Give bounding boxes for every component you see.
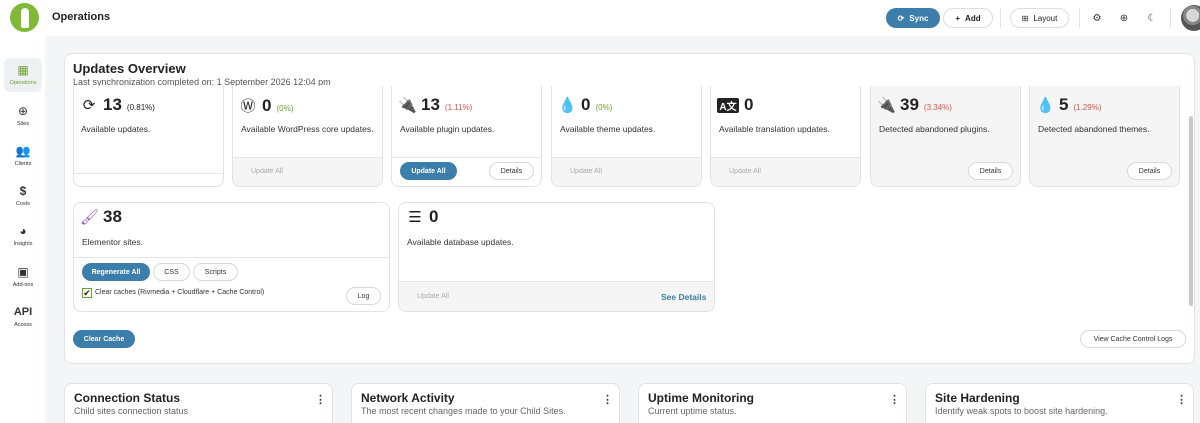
stat-count: 39	[900, 95, 919, 114]
network-activity-widget: Network Activity The most recent changes…	[351, 383, 620, 423]
kebab-menu-icon[interactable]: ⋮	[602, 393, 613, 406]
stat-percent: (0%)	[595, 103, 613, 112]
gear-icon[interactable]: ⚙	[1089, 10, 1105, 26]
sidebar: ▦ Operations ⊕ Sites 👥 Clients $ Costs ◕…	[0, 36, 45, 423]
update-all-button[interactable]: Update All	[570, 168, 602, 175]
user-avatar[interactable]	[1181, 5, 1200, 31]
droplet-icon: 💧	[558, 97, 577, 114]
sidebar-item-access[interactable]: API Access	[4, 300, 42, 334]
css-button[interactable]: CSS	[153, 263, 190, 281]
stat-percent: (0.81%)	[126, 103, 155, 112]
plus-icon: +	[955, 13, 961, 23]
layout-button[interactable]: ⊞ Layout	[1010, 8, 1069, 28]
stat-percent: (1.11%)	[444, 103, 473, 112]
wordpress-icon: Ⓦ	[240, 98, 256, 115]
globe-icon[interactable]: ⊕	[1116, 10, 1132, 26]
widget-title: Network Activity	[361, 391, 455, 405]
dollar-icon: $	[19, 184, 27, 198]
card-description: Detected abandoned themes.	[1038, 124, 1150, 134]
site-hardening-widget: Site Hardening Identify weak spots to bo…	[925, 383, 1194, 423]
stat-count: 0	[744, 95, 754, 114]
sidebar-item-costs[interactable]: $ Costs	[4, 179, 42, 213]
abandoned-theme-icon: 💧	[1036, 97, 1055, 114]
view-cache-logs-button[interactable]: View Cache Control Logs	[1080, 330, 1186, 348]
card-description: Elementor sites.	[82, 237, 143, 247]
sidebar-item-addons[interactable]: ▣ Add-ons	[4, 260, 42, 294]
card-description: Available translation updates.	[719, 124, 830, 134]
kebab-menu-icon[interactable]: ⋮	[889, 393, 900, 406]
divider	[1170, 8, 1171, 28]
uptime-monitoring-widget: Uptime Monitoring Current uptime status.…	[638, 383, 907, 423]
stat-count: 0	[262, 96, 272, 115]
update-all-button[interactable]: Update All	[729, 168, 761, 175]
grid-icon: ▦	[17, 63, 29, 77]
stat-count: 5	[1059, 95, 1069, 114]
stat-count: 13	[103, 95, 122, 114]
box-icon: ▣	[17, 265, 29, 279]
pie-chart-icon: ◕	[19, 224, 27, 238]
log-button[interactable]: Log	[346, 287, 381, 305]
widget-title: Connection Status	[74, 391, 181, 405]
widget-title: Uptime Monitoring	[648, 391, 754, 405]
brush-icon: 🖌	[80, 209, 100, 226]
api-icon: API	[13, 306, 33, 318]
add-button[interactable]: + Add	[943, 8, 993, 28]
details-button[interactable]: Details	[1127, 162, 1172, 180]
divider	[1000, 8, 1001, 28]
stat-percent: (1.29%)	[1073, 103, 1102, 112]
divider	[1079, 8, 1080, 28]
globe-icon: ⊕	[17, 104, 29, 118]
abandoned-plugin-icon: 🔌	[877, 97, 896, 114]
sidebar-item-clients[interactable]: 👥 Clients	[4, 139, 42, 173]
sidebar-item-insights[interactable]: ◕ Insights	[4, 219, 42, 253]
top-bar: Operations ⟳ Sync + Add ⊞ Layout ⚙ ⊕ ☾	[0, 0, 1200, 36]
regenerate-all-button[interactable]: Regenerate All	[82, 263, 150, 281]
translate-icon: A文	[717, 98, 739, 113]
panel-title: Updates Overview	[73, 61, 186, 76]
see-details-link[interactable]: See Details	[661, 292, 706, 302]
sidebar-item-operations[interactable]: ▦ Operations	[4, 58, 42, 92]
update-all-button[interactable]: Update All	[251, 168, 283, 175]
update-all-button[interactable]: Update All	[417, 293, 449, 300]
kebab-menu-icon[interactable]: ⋮	[315, 393, 326, 406]
plug-icon: 🔌	[398, 97, 417, 114]
connection-status-widget: Connection Status Child sites connection…	[64, 383, 333, 423]
stat-count: 13	[421, 95, 440, 114]
card-description: Available database updates.	[407, 237, 514, 247]
card-description: Available updates.	[81, 124, 151, 134]
refresh-icon: ⟳	[82, 97, 96, 114]
sidebar-item-sites[interactable]: ⊕ Sites	[4, 99, 42, 133]
widget-subtitle: Current uptime status.	[648, 406, 737, 416]
moon-icon[interactable]: ☾	[1144, 10, 1160, 26]
sync-icon: ⟳	[897, 13, 905, 23]
clear-caches-checkbox[interactable]: ✔	[82, 288, 92, 298]
stat-count: 38	[103, 207, 122, 226]
stat-percent: (3.34%)	[923, 103, 952, 112]
database-icon: ☰	[408, 209, 422, 226]
card-description: Available WordPress core updates.	[241, 124, 374, 134]
stat-percent: (0%)	[276, 104, 294, 113]
sync-button[interactable]: ⟳ Sync	[886, 8, 940, 28]
widget-title: Site Hardening	[935, 391, 1020, 405]
kebab-menu-icon[interactable]: ⋮	[1176, 393, 1187, 406]
page-title: Operations	[52, 11, 111, 23]
widget-subtitle: The most recent changes made to your Chi…	[361, 406, 566, 416]
clear-cache-button[interactable]: Clear Cache	[73, 330, 135, 348]
clear-caches-label: Clear caches (Rivmedia + Cloudflare + Ca…	[95, 289, 265, 296]
widget-subtitle: Child sites connection status	[74, 406, 189, 416]
stat-count: 0	[429, 207, 439, 226]
scripts-button[interactable]: Scripts	[193, 263, 238, 281]
card-description: Detected abandoned plugins.	[879, 124, 990, 134]
details-button[interactable]: Details	[968, 162, 1013, 180]
layout-grid-icon: ⊞	[1021, 13, 1029, 23]
update-all-button[interactable]: Update All	[400, 162, 457, 180]
details-button[interactable]: Details	[489, 162, 534, 180]
users-icon: 👥	[15, 144, 31, 158]
card-description: Available theme updates.	[560, 124, 656, 134]
stat-count: 0	[581, 95, 591, 114]
app-logo[interactable]	[10, 3, 39, 32]
widget-subtitle: Identify weak spots to boost site harden…	[935, 406, 1108, 416]
scrollbar[interactable]	[1189, 116, 1193, 306]
card-description: Available plugin updates.	[400, 124, 495, 134]
